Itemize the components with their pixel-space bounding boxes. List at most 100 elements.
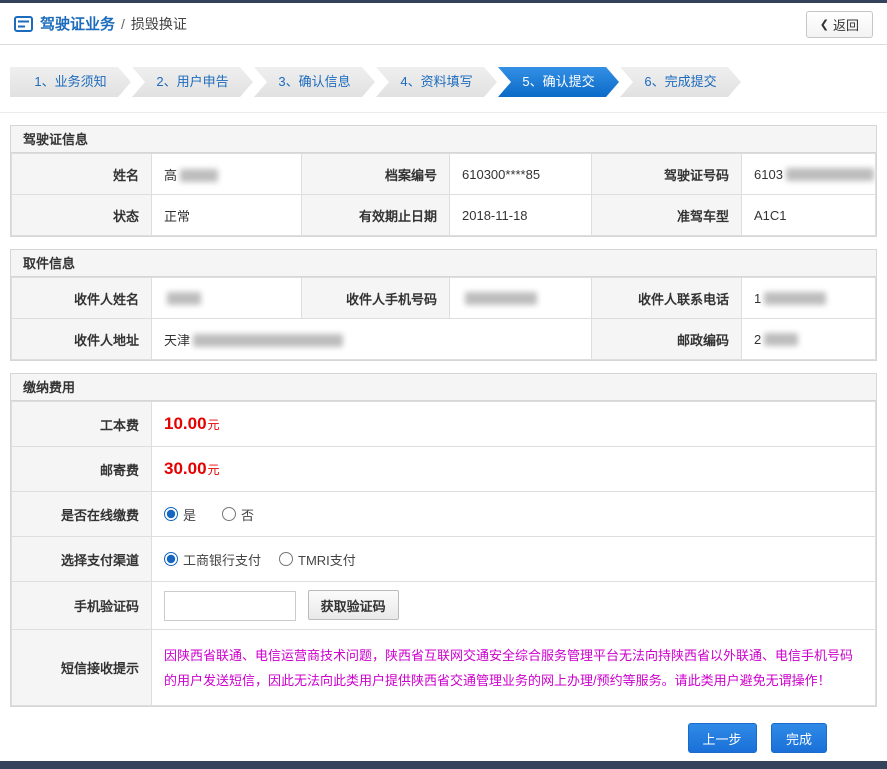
payment-channel-icbc-radio[interactable] xyxy=(164,552,178,566)
sms-code-field: 获取验证码 xyxy=(151,581,876,630)
payment-channel-tmri-option[interactable]: TMRI支付 xyxy=(279,550,356,569)
postage-fee-label: 邮寄费 xyxy=(11,446,152,492)
recipient-address-value: 天津 xyxy=(151,318,592,360)
production-fee-label: 工本费 xyxy=(11,401,152,447)
recipient-address-value-text: 天津 xyxy=(164,332,191,348)
breadcrumb-separator: / xyxy=(121,15,125,32)
postage-fee-value: 30.00元 xyxy=(151,446,876,492)
online-payment-no-radio[interactable] xyxy=(222,507,237,521)
payment-channel-label: 选择支付渠道 xyxy=(11,536,152,582)
license-info-title: 驾驶证信息 xyxy=(11,126,876,153)
online-payment-yes-radio[interactable] xyxy=(164,507,178,521)
online-payment-options: 是 否 xyxy=(151,491,876,537)
recipient-address-label: 收件人地址 xyxy=(11,318,152,360)
payment-channel-tmri-label: TMRI支付 xyxy=(298,552,356,568)
name-value: 高 xyxy=(151,153,302,195)
fees-section: 缴纳费用 工本费 10.00元 邮寄费 30.00元 是否在线缴费 是 否 选择… xyxy=(10,373,877,707)
online-payment-no-option[interactable]: 否 xyxy=(222,505,254,524)
table-row: 是否在线缴费 是 否 xyxy=(11,491,876,537)
vehicle-type-label: 准驾车型 xyxy=(591,194,742,236)
recipient-phone-label: 收件人联系电话 xyxy=(591,277,742,319)
table-row: 工本费 10.00元 xyxy=(11,401,876,447)
file-no-value: 610300****85 xyxy=(449,153,592,195)
pickup-info-section: 取件信息 收件人姓名 收件人手机号码 收件人联系电话 1 收件人地址 天津 邮政… xyxy=(10,249,877,361)
recipient-phone-value: 1 xyxy=(741,277,876,319)
recipient-name-label: 收件人姓名 xyxy=(11,277,152,319)
online-payment-yes-label: 是 xyxy=(183,507,197,523)
step-2-user-declaration: 2、用户申告 xyxy=(132,67,253,97)
pickup-info-title: 取件信息 xyxy=(11,250,876,277)
back-arrow-icon: ❮ xyxy=(819,19,829,31)
postage-fee-unit: 元 xyxy=(207,463,220,477)
footer-actions: 上一步 完成 xyxy=(0,723,827,753)
license-info-table: 姓名 高 档案编号 610300****85 驾驶证号码 6103 状态 正常 … xyxy=(11,153,876,236)
sms-code-input[interactable] xyxy=(164,591,296,621)
sms-notice-label: 短信接收提示 xyxy=(11,629,152,706)
payment-channel-icbc-label: 工商银行支付 xyxy=(183,552,262,568)
previous-step-button[interactable]: 上一步 xyxy=(687,723,757,753)
name-label: 姓名 xyxy=(11,153,152,195)
fees-table: 工本费 10.00元 邮寄费 30.00元 是否在线缴费 是 否 选择支付渠道 … xyxy=(11,401,876,706)
table-row: 状态 正常 有效期止日期 2018-11-18 准驾车型 A1C1 xyxy=(11,194,876,236)
recipient-phone-value-text: 1 xyxy=(754,290,762,306)
vehicle-type-value: A1C1 xyxy=(741,194,876,236)
step-3-confirm-info: 3、确认信息 xyxy=(254,67,375,97)
status-label: 状态 xyxy=(11,194,152,236)
finish-button[interactable]: 完成 xyxy=(770,723,827,753)
table-row: 收件人地址 天津 邮政编码 2 xyxy=(11,318,876,360)
fees-title: 缴纳费用 xyxy=(11,374,876,401)
postage-fee-amount: 30.00 xyxy=(164,459,207,478)
expiry-value: 2018-11-18 xyxy=(449,194,592,236)
redacted-blur xyxy=(785,167,874,181)
license-business-icon xyxy=(14,15,33,32)
back-button[interactable]: ❮ 返回 xyxy=(805,11,873,38)
step-4-fill-info: 4、资料填写 xyxy=(376,67,497,97)
sms-code-label: 手机验证码 xyxy=(11,581,152,630)
production-fee-value: 10.00元 xyxy=(151,401,876,447)
license-no-label: 驾驶证号码 xyxy=(591,153,742,195)
back-button-label: 返回 xyxy=(832,18,859,33)
step-5-confirm-submit-active: 5、确认提交 xyxy=(498,67,619,97)
table-row: 手机验证码 获取验证码 xyxy=(11,581,876,630)
step-6-complete-submit: 6、完成提交 xyxy=(620,67,741,97)
get-sms-code-button[interactable]: 获取验证码 xyxy=(307,590,399,620)
table-row: 收件人姓名 收件人手机号码 收件人联系电话 1 xyxy=(11,277,876,319)
recipient-mobile-label: 收件人手机号码 xyxy=(301,277,450,319)
postal-code-value: 2 xyxy=(741,318,876,360)
bottom-accent-bar xyxy=(0,761,887,769)
sms-notice-text: 因陕西省联通、电信运营商技术问题，陕西省互联网交通安全综合服务管理平台无法向持陕… xyxy=(151,629,876,706)
redacted-blur xyxy=(193,333,344,347)
table-row: 选择支付渠道 工商银行支付 TMRI支付 xyxy=(11,536,876,582)
license-no-value: 6103 xyxy=(741,153,876,195)
file-no-label: 档案编号 xyxy=(301,153,450,195)
payment-channel-options: 工商银行支付 TMRI支付 xyxy=(151,536,876,582)
page: 驾驶证业务 / 损毁换证 ❮ 返回 1、业务须知 2、用户申告 3、确认信息 4… xyxy=(0,0,887,769)
redacted-blur xyxy=(180,168,219,182)
postal-code-value-text: 2 xyxy=(754,331,762,347)
table-row: 邮寄费 30.00元 xyxy=(11,446,876,492)
header: 驾驶证业务 / 损毁换证 ❮ 返回 xyxy=(0,3,887,45)
redacted-blur xyxy=(167,291,201,305)
production-fee-unit: 元 xyxy=(207,418,220,432)
payment-channel-tmri-radio[interactable] xyxy=(279,552,294,566)
step-1-business-notice: 1、业务须知 xyxy=(10,67,131,97)
online-payment-no-label: 否 xyxy=(241,507,255,523)
online-payment-label: 是否在线缴费 xyxy=(11,491,152,537)
license-info-section: 驾驶证信息 姓名 高 档案编号 610300****85 驾驶证号码 6103 … xyxy=(10,125,877,237)
status-value: 正常 xyxy=(151,194,302,236)
production-fee-amount: 10.00 xyxy=(164,414,207,433)
recipient-name-value xyxy=(151,277,302,319)
step-wizard: 1、业务须知 2、用户申告 3、确认信息 4、资料填写 5、确认提交 6、完成提… xyxy=(0,45,887,113)
table-row: 姓名 高 档案编号 610300****85 驾驶证号码 6103 xyxy=(11,153,876,195)
recipient-mobile-value xyxy=(449,277,592,319)
name-value-text: 高 xyxy=(164,167,178,183)
breadcrumb-current: 损毁换证 xyxy=(130,15,187,32)
payment-channel-icbc-option[interactable]: 工商银行支付 xyxy=(164,550,261,569)
page-title: 驾驶证业务 xyxy=(40,16,116,33)
redacted-blur xyxy=(764,291,827,305)
table-row: 短信接收提示 因陕西省联通、电信运营商技术问题，陕西省互联网交通安全综合服务管理… xyxy=(11,629,876,706)
online-payment-yes-option[interactable]: 是 xyxy=(164,505,196,524)
redacted-blur xyxy=(764,332,799,346)
postal-code-label: 邮政编码 xyxy=(591,318,742,360)
redacted-blur xyxy=(465,291,537,305)
